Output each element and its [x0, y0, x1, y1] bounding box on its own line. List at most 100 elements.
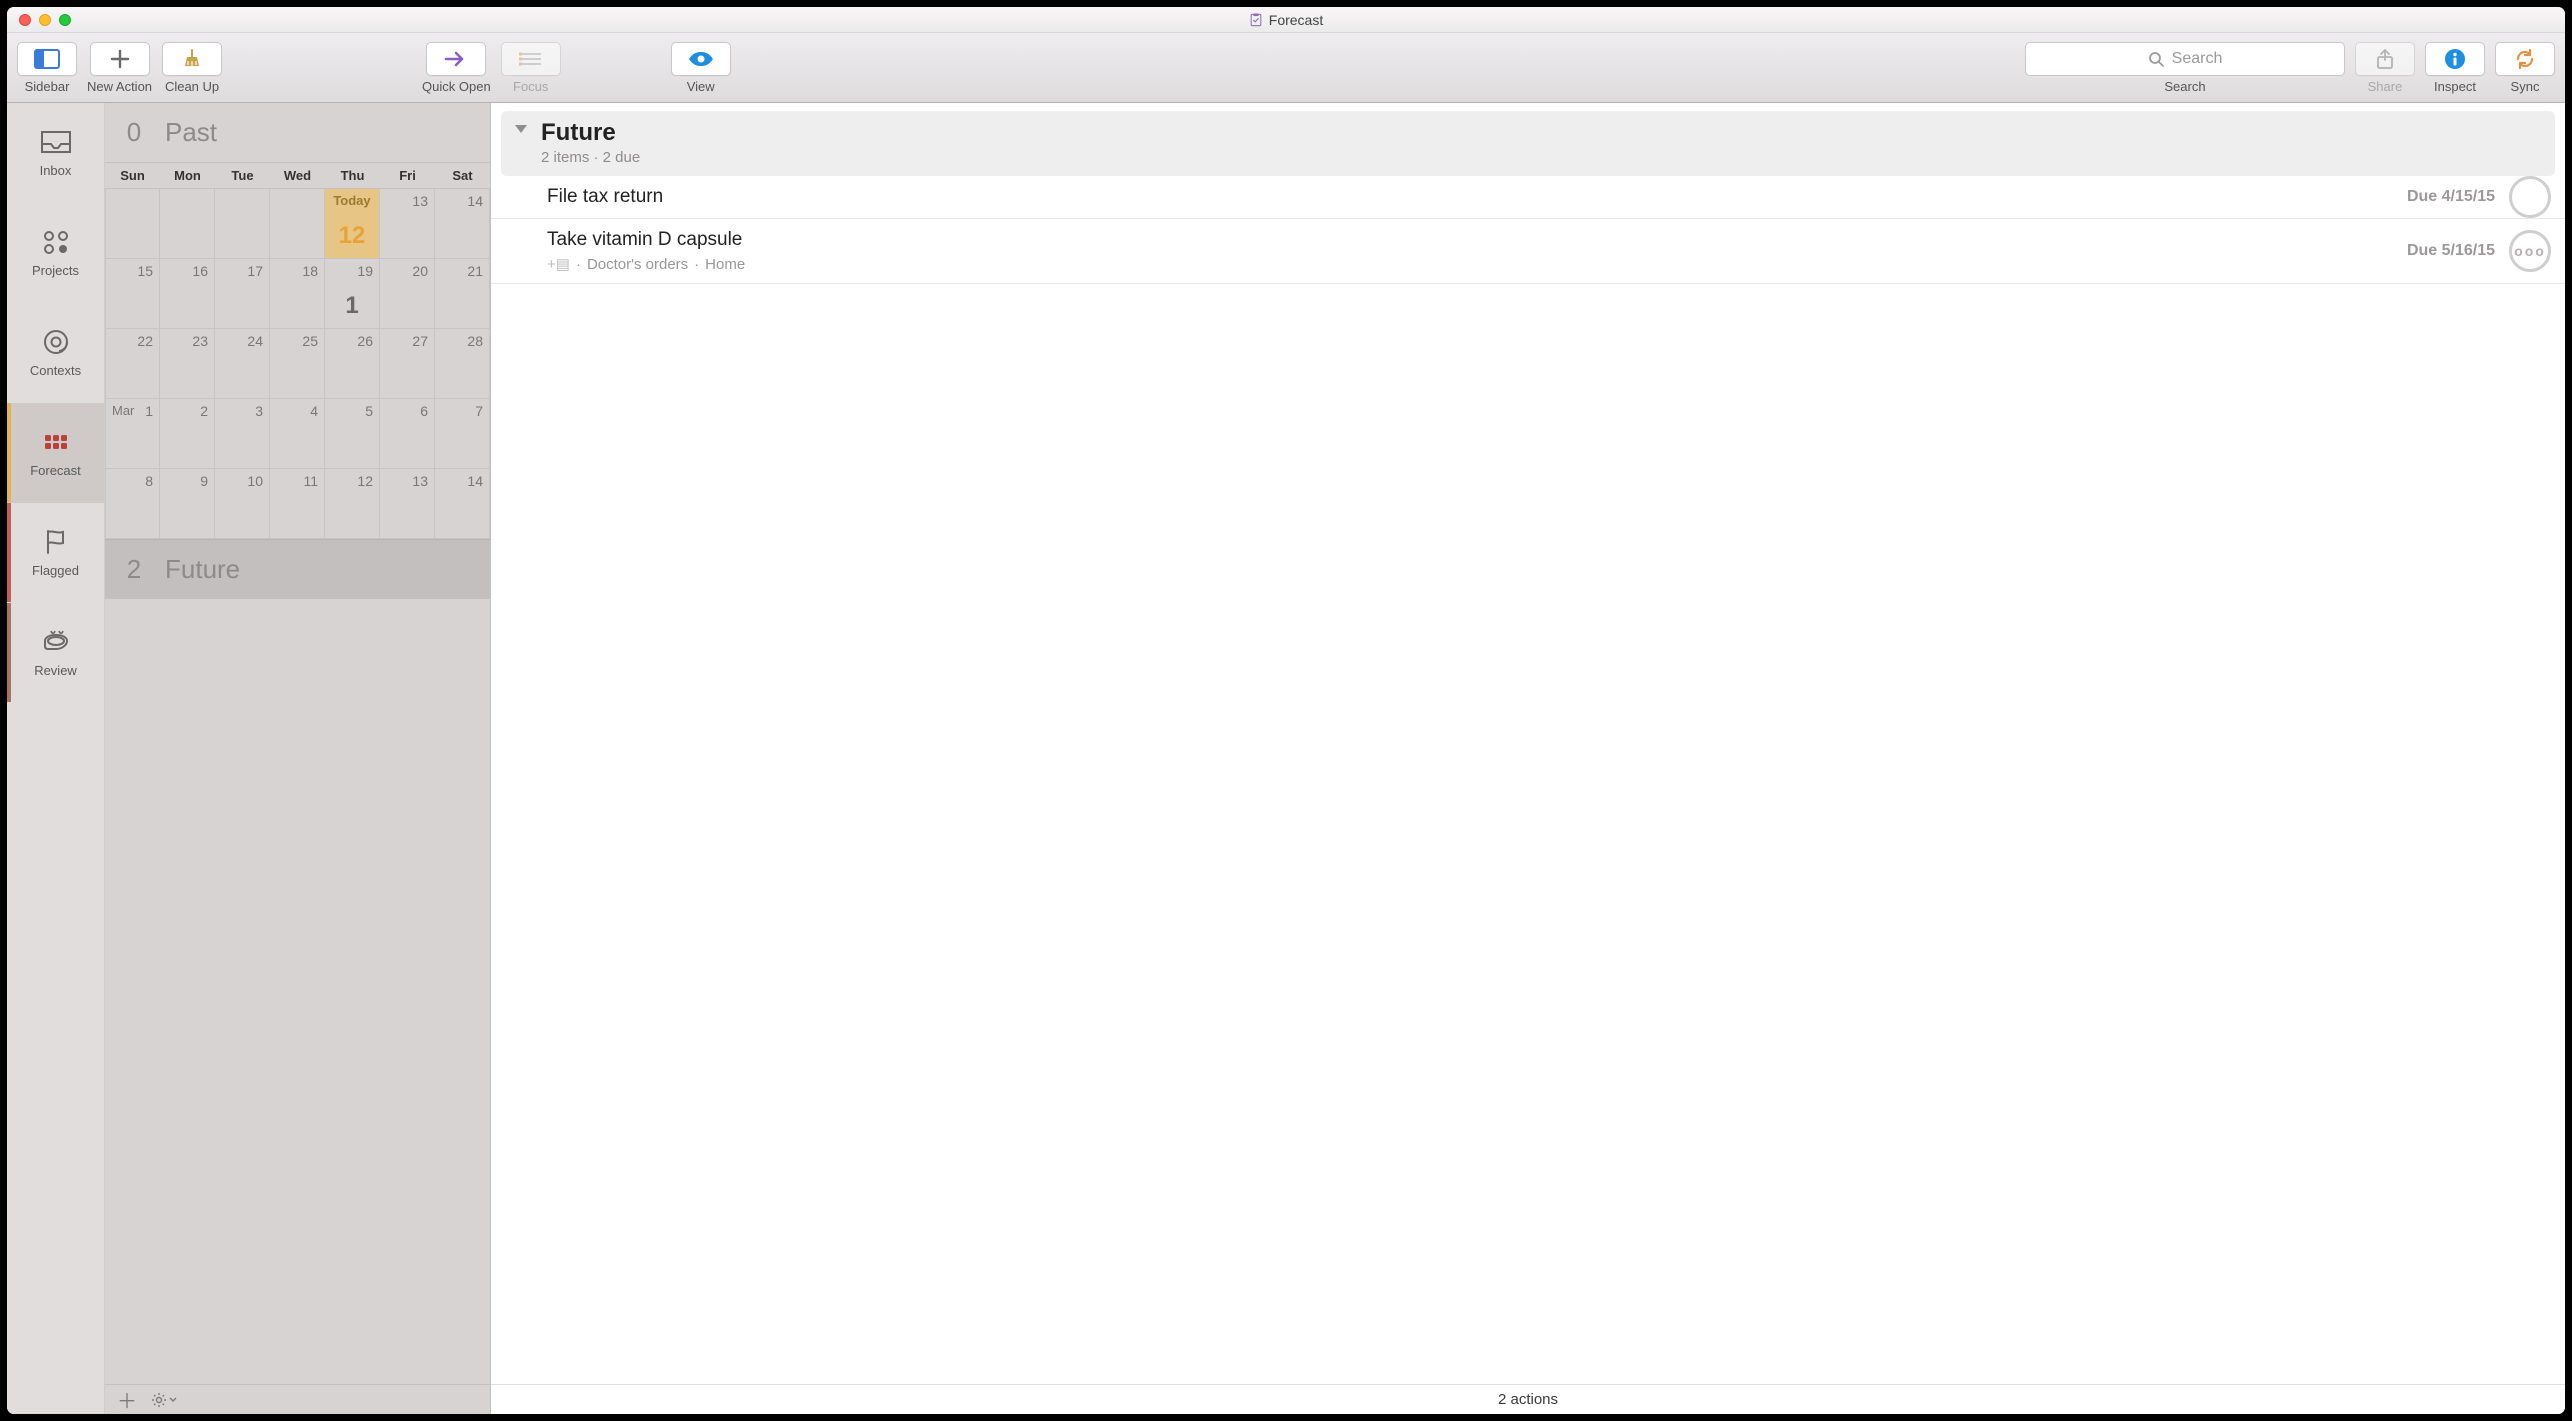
perspective-projects[interactable]: Projects: [7, 203, 104, 303]
calendar-day-cell[interactable]: 8: [105, 469, 160, 539]
note-indicator-icon: +▤: [547, 255, 570, 273]
body: Inbox Projects Contexts Forecast Flagged: [7, 103, 2565, 1414]
sidebar-toggle-label: Sidebar: [25, 79, 70, 94]
disclosure-triangle-icon[interactable]: [515, 125, 527, 133]
day-number: 22: [112, 333, 153, 349]
share-label: Share: [2368, 79, 2403, 94]
calendar-day-cell[interactable]: Today 12: [325, 189, 380, 259]
calendar-day-cell[interactable]: 9: [160, 469, 215, 539]
forecast-past-row[interactable]: 0 Past: [105, 103, 490, 163]
calendar-day-cell[interactable]: 23: [160, 329, 215, 399]
repeat-icon: ooo: [2514, 243, 2546, 259]
calendar-day-cell[interactable]: 6: [380, 399, 435, 469]
forecast-calendar: 0 Past Sun Mon Tue Wed Thu Fri Sat Today…: [105, 103, 491, 1414]
clean-up-button[interactable]: [162, 42, 222, 76]
action-count: 2 actions: [1498, 1391, 1558, 1408]
day-number: 20: [386, 263, 428, 279]
calendar-day-cell[interactable]: 25: [270, 329, 325, 399]
inspect-button[interactable]: [2425, 42, 2485, 76]
calendar-day-cell[interactable]: 17: [215, 259, 270, 329]
day-task-count: 12: [325, 222, 379, 250]
task-section-header[interactable]: Future 2 items · 2 due: [501, 111, 2555, 176]
day-number: 16: [166, 263, 208, 279]
selection-marker: [7, 403, 11, 502]
perspective-label: Inbox: [40, 163, 72, 178]
task-status-repeat[interactable]: ooo: [2509, 230, 2551, 272]
task-project: Doctor's orders: [587, 256, 688, 273]
perspectives-sidebar: Inbox Projects Contexts Forecast Flagged: [7, 103, 105, 1414]
share-button[interactable]: [2355, 42, 2415, 76]
selection-marker: [7, 503, 11, 602]
weekday-mon: Mon: [160, 168, 215, 183]
add-button[interactable]: ＋: [117, 1385, 137, 1414]
calendar-day-cell[interactable]: 4: [270, 399, 325, 469]
weekday-thu: Thu: [325, 168, 380, 183]
today-label: Today: [331, 193, 373, 208]
task-list: Future 2 items · 2 due File tax return D…: [491, 103, 2565, 1414]
calendar-day-cell[interactable]: 5: [325, 399, 380, 469]
calendar-day-cell[interactable]: [105, 189, 160, 259]
calendar-day-cell[interactable]: 2: [160, 399, 215, 469]
task-status-circle[interactable]: [2509, 176, 2551, 218]
perspective-review[interactable]: Review: [7, 603, 104, 703]
calendar-day-cell[interactable]: 26: [325, 329, 380, 399]
task-row[interactable]: Take vitamin D capsule +▤ · Doctor's ord…: [491, 219, 2565, 284]
perspective-flagged[interactable]: Flagged: [7, 503, 104, 603]
calendar-day-cell[interactable]: 16: [160, 259, 215, 329]
day-number: 6: [386, 403, 428, 419]
calendar-day-cell[interactable]: 10: [215, 469, 270, 539]
gear-icon: [151, 1392, 167, 1408]
perspective-inbox[interactable]: Inbox: [7, 103, 104, 203]
calendar-day-cell[interactable]: 20: [380, 259, 435, 329]
calendar-day-cell[interactable]: 3: [215, 399, 270, 469]
task-row[interactable]: File tax return Due 4/15/15: [491, 176, 2565, 219]
calendar-day-cell[interactable]: 27: [380, 329, 435, 399]
calendar-day-cell[interactable]: 21: [435, 259, 490, 329]
quick-open-button[interactable]: [426, 42, 486, 76]
task-list-footer: 2 actions: [491, 1384, 2565, 1414]
sidebar-toggle-button[interactable]: [17, 42, 77, 76]
calendar-day-cell[interactable]: 24: [215, 329, 270, 399]
focus-button[interactable]: [501, 42, 561, 76]
new-action-button[interactable]: [90, 42, 150, 76]
calendar-day-cell[interactable]: 14: [435, 189, 490, 259]
sync-button[interactable]: [2495, 42, 2555, 76]
calendar-day-cell[interactable]: Mar1: [105, 399, 160, 469]
calendar-day-cell[interactable]: [270, 189, 325, 259]
calendar-day-cell[interactable]: 19 1: [325, 259, 380, 329]
calendar-day-cell[interactable]: 14: [435, 469, 490, 539]
calendar-day-cell[interactable]: 13: [380, 189, 435, 259]
forecast-future-row[interactable]: 2 Future: [105, 539, 490, 599]
calendar-day-cell[interactable]: [160, 189, 215, 259]
day-number: 19: [331, 263, 373, 279]
calendar-day-cell[interactable]: 13: [380, 469, 435, 539]
window-title-text: Forecast: [1269, 12, 1323, 28]
calendar-day-cell[interactable]: 12: [325, 469, 380, 539]
calendar-day-cell[interactable]: 28: [435, 329, 490, 399]
perspective-contexts[interactable]: Contexts: [7, 303, 104, 403]
calendar-day-cell[interactable]: 7: [435, 399, 490, 469]
view-button[interactable]: [671, 42, 731, 76]
selection-marker: [7, 603, 11, 702]
day-number: 23: [166, 333, 208, 349]
calendar-day-cell[interactable]: 15: [105, 259, 160, 329]
calendar-day-cell[interactable]: [215, 189, 270, 259]
calendar-day-cell[interactable]: 11: [270, 469, 325, 539]
calendar-day-cell[interactable]: 22: [105, 329, 160, 399]
task-title: File tax return: [547, 186, 2549, 208]
day-number: 9: [166, 473, 208, 489]
day-number: 17: [221, 263, 263, 279]
calendar-grid: Today12131415161718191202122232425262728…: [105, 189, 490, 539]
perspective-forecast[interactable]: Forecast: [7, 403, 104, 503]
gear-menu[interactable]: [151, 1392, 177, 1408]
clean-up-label: Clean Up: [165, 79, 219, 94]
day-number: 15: [112, 263, 153, 279]
perspective-label: Flagged: [32, 563, 79, 578]
window-title: Forecast: [7, 12, 2565, 28]
search-field[interactable]: Search: [2025, 42, 2345, 76]
calendar-day-cell[interactable]: 18: [270, 259, 325, 329]
day-task-count: 1: [325, 292, 379, 320]
task-context: Home: [705, 256, 745, 273]
future-label: Future: [165, 554, 240, 585]
day-number: 21: [441, 263, 483, 279]
